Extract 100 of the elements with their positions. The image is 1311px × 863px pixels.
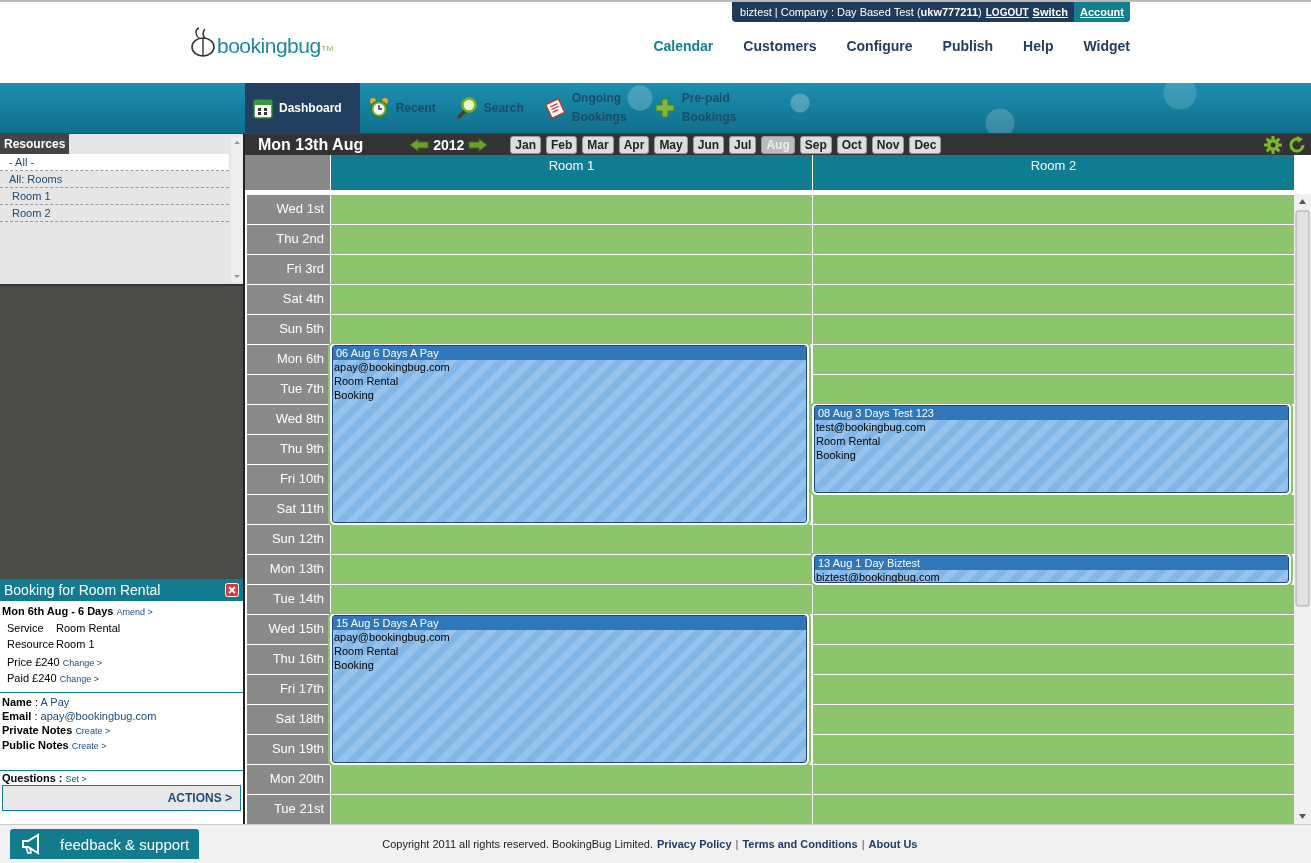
forward-arrow-icon[interactable] bbox=[468, 137, 489, 152]
month-button[interactable]: Jan bbox=[510, 135, 541, 154]
create-link[interactable]: Create > bbox=[71, 741, 107, 751]
nav-item[interactable]: Help bbox=[1023, 38, 1054, 54]
calendar-cell[interactable] bbox=[330, 194, 812, 224]
feedback-button[interactable]: feedback & support bbox=[10, 829, 200, 859]
link-separator: | bbox=[735, 838, 739, 850]
notes-label: Public Notes bbox=[2, 739, 69, 751]
scrollbar[interactable] bbox=[231, 137, 243, 282]
scrollbar[interactable] bbox=[1294, 194, 1311, 824]
month-button[interactable]: Sep bbox=[799, 135, 832, 154]
month-button[interactable]: Nov bbox=[871, 135, 905, 154]
logo[interactable]: bookingbugTM bbox=[190, 22, 334, 58]
calendar-cell[interactable] bbox=[812, 254, 1294, 284]
room-header: Room 2 bbox=[812, 155, 1294, 190]
calendar-cell[interactable] bbox=[812, 584, 1294, 614]
room-header: Room 1 bbox=[330, 155, 812, 190]
booking-detail: apay@bookingbug.com bbox=[333, 630, 451, 644]
booking-title: 15 Aug 5 Days A Pay bbox=[333, 616, 806, 630]
month-button[interactable]: Oct bbox=[836, 135, 867, 154]
footer-link[interactable]: About Us bbox=[868, 838, 918, 850]
calendar-cell[interactable] bbox=[812, 644, 1294, 674]
back-arrow-icon[interactable] bbox=[409, 137, 430, 152]
day-label: Fri 3rd bbox=[245, 254, 330, 284]
month-button[interactable]: Apr bbox=[618, 135, 650, 154]
settings-icon[interactable] bbox=[1263, 134, 1283, 155]
calendar-cell[interactable] bbox=[812, 614, 1294, 644]
calendar-cell[interactable] bbox=[330, 254, 812, 284]
calendar-cell[interactable] bbox=[330, 224, 812, 254]
nav-item[interactable]: Widget bbox=[1083, 38, 1130, 54]
detail-label: Resource bbox=[7, 638, 56, 650]
nav-item[interactable]: Calendar bbox=[653, 38, 714, 54]
refresh-icon[interactable] bbox=[1287, 134, 1307, 155]
footer-link[interactable]: Terms and Conditions bbox=[742, 838, 858, 850]
booking-detail: test@bookingbug.com bbox=[815, 420, 927, 434]
day-label: Wed 15th bbox=[245, 614, 330, 644]
calendar-cell[interactable] bbox=[812, 374, 1294, 404]
calendar-cell[interactable] bbox=[330, 554, 812, 584]
month-button[interactable]: Feb bbox=[546, 135, 578, 154]
calendar-cell[interactable] bbox=[812, 734, 1294, 764]
month-button[interactable]: Mar bbox=[582, 135, 614, 154]
panel-title: Booking for Room Rental bbox=[4, 582, 161, 598]
day-label: Fri 17th bbox=[245, 674, 330, 704]
calendar-cell[interactable] bbox=[330, 794, 812, 824]
alarm-clock-icon bbox=[367, 97, 390, 119]
day-label: Thu 16th bbox=[245, 644, 330, 674]
calendar-cell[interactable] bbox=[330, 314, 812, 344]
calendar-cell[interactable] bbox=[812, 494, 1294, 524]
create-link[interactable]: Create > bbox=[75, 726, 111, 736]
link-separator: | bbox=[861, 838, 865, 850]
booking-title: 06 Aug 6 Days A Pay bbox=[333, 346, 806, 360]
nav-item[interactable]: Publish bbox=[942, 38, 994, 54]
calendar-cell[interactable] bbox=[812, 704, 1294, 734]
calendar-cell[interactable] bbox=[812, 674, 1294, 704]
calendar-cell[interactable] bbox=[330, 284, 812, 314]
calendar-icon bbox=[253, 97, 273, 119]
month-button[interactable]: Dec bbox=[909, 135, 942, 154]
change-link[interactable]: Change > bbox=[62, 658, 102, 668]
account-link[interactable]: Account bbox=[1074, 2, 1130, 22]
amend-link[interactable]: Amend > bbox=[116, 607, 153, 617]
logo-text: bookingbug bbox=[217, 34, 321, 58]
resource-item[interactable]: - All - bbox=[0, 154, 229, 171]
month-button[interactable]: May bbox=[654, 135, 688, 154]
month-button[interactable]: Jul bbox=[729, 135, 757, 154]
label-separator: : bbox=[35, 696, 39, 708]
calendar-cell[interactable] bbox=[812, 764, 1294, 794]
payment-label: Price bbox=[7, 656, 33, 668]
account-link[interactable]: Switch bbox=[1032, 6, 1068, 18]
calendar-cell[interactable] bbox=[812, 314, 1294, 344]
calendar-cell[interactable] bbox=[330, 524, 812, 554]
nav-item[interactable]: Customers bbox=[743, 38, 817, 54]
booking-detail: Booking bbox=[333, 388, 375, 402]
booking-title: 13 Aug 1 Day Biztest bbox=[815, 556, 1288, 570]
resource-item[interactable]: Room 1 bbox=[0, 188, 229, 205]
footer-link[interactable]: Privacy Policy bbox=[656, 838, 732, 850]
close-icon[interactable] bbox=[225, 583, 239, 597]
resource-item[interactable]: Room 2 bbox=[0, 205, 229, 222]
account-info: biztest | Company : Day Based Test (ukw777211) bbox=[740, 6, 982, 18]
calendar-cell[interactable] bbox=[812, 194, 1294, 224]
resource-item[interactable]: All: Rooms bbox=[0, 171, 229, 188]
day-label: Sat 4th bbox=[245, 284, 330, 314]
booking-detail: apay@bookingbug.com bbox=[333, 360, 451, 374]
account-link[interactable]: LOGOUT bbox=[985, 6, 1029, 18]
actions-button[interactable]: ACTIONS > bbox=[2, 785, 241, 811]
calendar-cell[interactable] bbox=[812, 284, 1294, 314]
month-button[interactable]: Jun bbox=[692, 135, 725, 154]
change-link[interactable]: Change > bbox=[59, 674, 99, 684]
day-label: Mon 13th bbox=[245, 554, 330, 584]
nav-item[interactable]: Configure bbox=[846, 38, 913, 54]
calendar-cell[interactable] bbox=[330, 584, 812, 614]
label-separator: : bbox=[34, 710, 38, 722]
calendar-cell[interactable] bbox=[330, 764, 812, 794]
detail-value: Room 1 bbox=[56, 638, 95, 650]
tab[interactable]: Dashboard bbox=[245, 83, 360, 133]
calendar-cell[interactable] bbox=[812, 524, 1294, 554]
calendar-cell[interactable] bbox=[812, 794, 1294, 824]
calendar-cell[interactable] bbox=[812, 344, 1294, 374]
calendar-cell[interactable] bbox=[812, 224, 1294, 254]
current-date: Mon 13th Aug bbox=[258, 135, 364, 154]
set-link[interactable]: Set > bbox=[65, 774, 87, 784]
